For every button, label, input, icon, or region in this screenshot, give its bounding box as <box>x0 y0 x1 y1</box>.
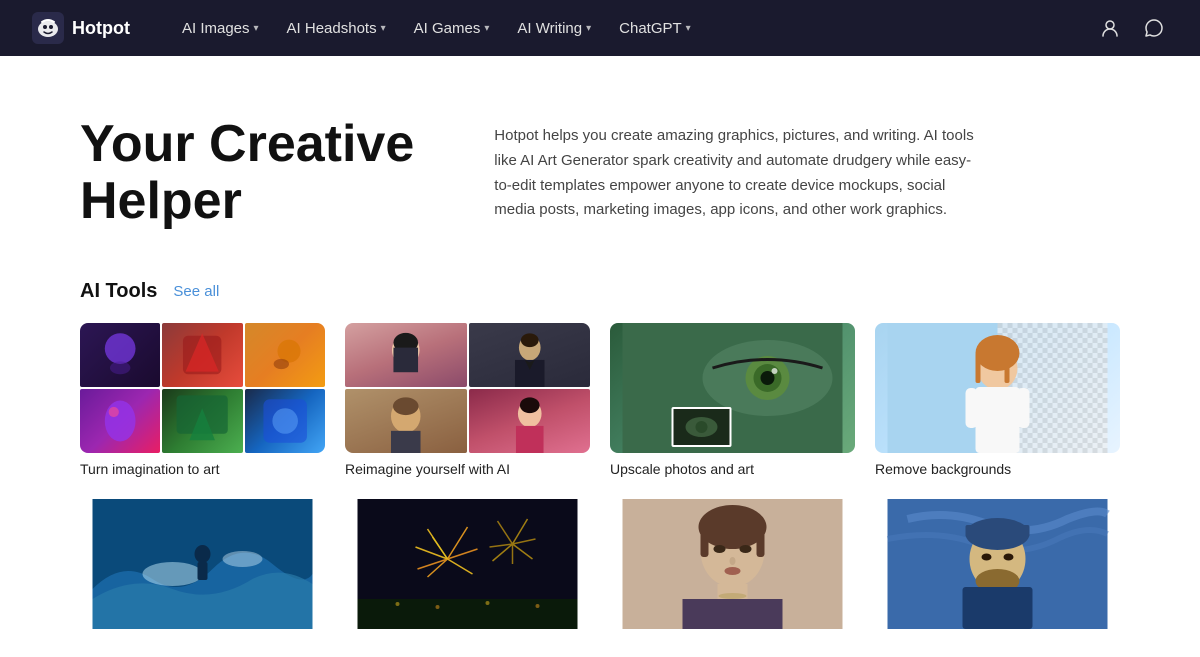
mosaic-imagination <box>80 323 325 453</box>
tools-grid-top: Turn imagination to art <box>80 323 1120 479</box>
nav-item-ai-headshots[interactable]: AI Headshots ▾ <box>275 12 398 45</box>
tool-card-label-imagination: Turn imagination to art <box>80 461 220 477</box>
tool-card-removebg[interactable]: Remove backgrounds <box>875 323 1120 479</box>
tool-card-upscale[interactable]: Upscale photos and art <box>610 323 855 479</box>
logo-icon <box>32 12 64 44</box>
chevron-down-icon: ▾ <box>381 23 386 34</box>
tool-card-img-bottom-1 <box>80 499 325 629</box>
tools-header: AI Tools See all <box>80 280 1120 303</box>
mosaic-reimagine-a <box>345 323 467 387</box>
hero-description: Hotpot helps you create amazing graphics… <box>494 124 974 223</box>
logo[interactable]: Hotpot <box>32 12 130 44</box>
nav-label-ai-headshots: AI Headshots <box>287 20 377 37</box>
mosaic-reimagine <box>345 323 590 453</box>
hero-right: Hotpot helps you create amazing graphics… <box>494 116 974 223</box>
nav-label-ai-writing: AI Writing <box>517 20 582 37</box>
chevron-down-icon: ▾ <box>586 23 591 34</box>
nav-item-ai-games[interactable]: AI Games ▾ <box>402 12 502 45</box>
tool-card-label-upscale: Upscale photos and art <box>610 461 754 477</box>
tools-section: AI Tools See all <box>0 270 1200 657</box>
tool-card-reimagine[interactable]: Reimagine yourself with AI <box>345 323 590 479</box>
tool-card-img-bottom-4 <box>875 499 1120 629</box>
mosaic-cell-5 <box>162 389 242 453</box>
user-icon[interactable] <box>1096 14 1124 42</box>
tool-card-bottom-1[interactable] <box>80 499 325 637</box>
mosaic-cell-4 <box>80 389 160 453</box>
see-all-link[interactable]: See all <box>173 283 219 300</box>
hero-section: Your Creative Helper Hotpot helps you cr… <box>0 56 1200 270</box>
mosaic-reimagine-c <box>345 389 467 453</box>
message-icon[interactable] <box>1140 14 1168 42</box>
nav-item-chatgpt[interactable]: ChatGPT ▾ <box>607 12 703 45</box>
mosaic-cell-3 <box>245 323 325 387</box>
nav-right <box>1096 14 1168 42</box>
tool-card-bottom-3[interactable] <box>610 499 855 637</box>
tool-card-img-removebg <box>875 323 1120 453</box>
hero-left: Your Creative Helper <box>80 116 414 230</box>
navbar: Hotpot AI Images ▾ AI Headshots ▾ AI Gam… <box>0 0 1200 56</box>
chevron-down-icon: ▾ <box>254 23 259 34</box>
mosaic-cell-2 <box>162 323 242 387</box>
nav-label-ai-images: AI Images <box>182 20 250 37</box>
tool-card-imagination[interactable]: Turn imagination to art <box>80 323 325 479</box>
nav-label-ai-games: AI Games <box>414 20 481 37</box>
chevron-down-icon: ▾ <box>686 23 691 34</box>
hero-title-line2: Helper <box>80 172 242 230</box>
mosaic-cell-6 <box>245 389 325 453</box>
hero-title: Your Creative Helper <box>80 116 414 230</box>
mosaic-reimagine-b <box>469 323 591 387</box>
nav-item-ai-writing[interactable]: AI Writing ▾ <box>505 12 603 45</box>
chevron-down-icon: ▾ <box>484 23 489 34</box>
tool-card-bottom-4[interactable] <box>875 499 1120 637</box>
tool-card-label-reimagine: Reimagine yourself with AI <box>345 461 510 477</box>
tool-card-img-bottom-2 <box>345 499 590 629</box>
tool-card-img-upscale <box>610 323 855 453</box>
nav-item-ai-images[interactable]: AI Images ▾ <box>170 12 271 45</box>
nav-label-chatgpt: ChatGPT <box>619 20 682 37</box>
tools-heading: AI Tools <box>80 280 157 303</box>
tool-card-img-bottom-3 <box>610 499 855 629</box>
tool-card-img-imagination <box>80 323 325 453</box>
mosaic-cell-1 <box>80 323 160 387</box>
logo-text: Hotpot <box>72 18 130 39</box>
tool-card-label-removebg: Remove backgrounds <box>875 461 1011 477</box>
hero-title-line1: Your Creative <box>80 115 414 173</box>
tools-grid-bottom <box>80 499 1120 637</box>
tool-card-bottom-2[interactable] <box>345 499 590 637</box>
nav-links: AI Images ▾ AI Headshots ▾ AI Games ▾ AI… <box>170 12 1096 45</box>
tool-card-img-reimagine <box>345 323 590 453</box>
mosaic-reimagine-d <box>469 389 591 453</box>
